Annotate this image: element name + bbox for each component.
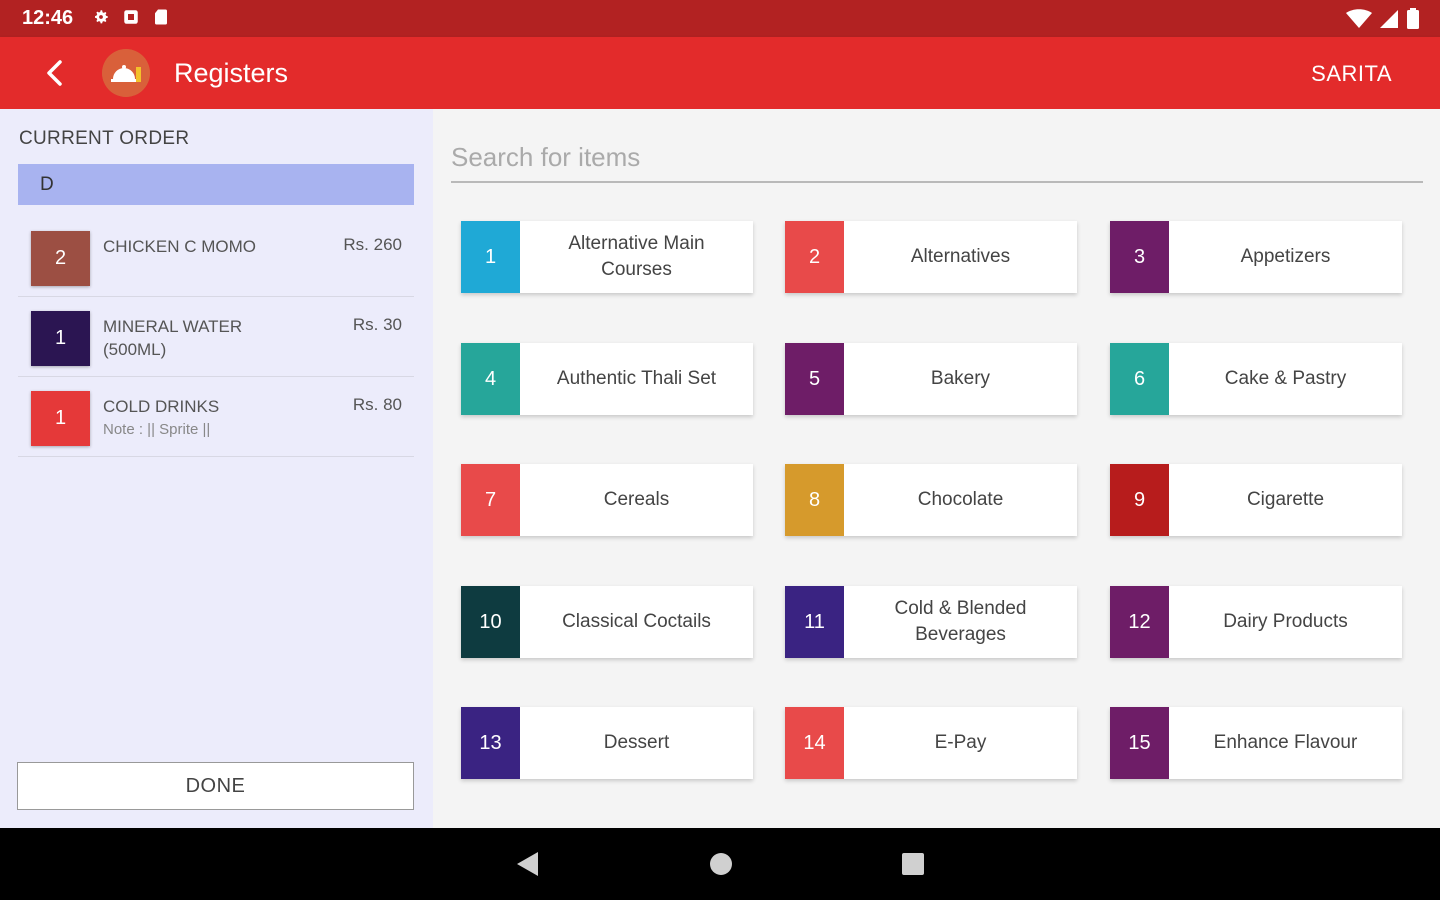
- order-item-row[interactable]: 1 COLD DRINKS Rs. 80 Note : || Sprite ||: [18, 377, 414, 457]
- category-card[interactable]: 5 Bakery: [785, 343, 1077, 415]
- category-label: Classical Coctails: [562, 611, 711, 632]
- gear-icon: [95, 10, 108, 24]
- category-label: Bakery: [930, 368, 991, 389]
- category-label: E-Pay: [934, 732, 987, 753]
- battery-icon: [1407, 8, 1419, 29]
- category-card[interactable]: 15 Enhance Flavour: [1110, 707, 1402, 779]
- item-price: Rs. 260: [343, 235, 402, 254]
- category-card[interactable]: 1 Alternative Main Courses: [461, 221, 753, 293]
- item-quantity: 2: [31, 231, 90, 286]
- category-label: Appetizers: [1240, 246, 1331, 267]
- order-item-row[interactable]: 1 MINERAL WATER (500ML) Rs. 30: [18, 297, 414, 377]
- status-icons-right: [1346, 8, 1420, 30]
- category-card[interactable]: 8 Chocolate: [785, 464, 1077, 536]
- category-label: Cigarette: [1246, 489, 1325, 510]
- wifi-icon: [1346, 9, 1372, 28]
- category-card[interactable]: 10 Classical Coctails: [461, 586, 753, 658]
- category-label: Dessert: [603, 732, 670, 753]
- category-label: Cold & Blended Beverages: [894, 598, 1027, 645]
- status-time: 12:46: [22, 7, 74, 29]
- item-name: MINERAL WATER (500ML): [103, 317, 243, 359]
- category-number: 9: [1110, 464, 1169, 536]
- current-order-panel: CURRENT ORDER D 2 CHICKEN C MOMO Rs. 260 1 M…: [0, 109, 433, 828]
- order-list: 2 CHICKEN C MOMO Rs. 260 1 MINERAL WATER (50…: [18, 217, 414, 457]
- category-label: Chocolate: [917, 489, 1004, 510]
- category-number: 11: [785, 586, 844, 658]
- notification-icon: [124, 10, 138, 24]
- category-card[interactable]: 6 Cake & Pastry: [1110, 343, 1402, 415]
- home-circle-icon[interactable]: [707, 850, 735, 878]
- item-name: CHICKEN C MOMO: [103, 237, 256, 256]
- signal-icon: [1380, 10, 1398, 28]
- category-card[interactable]: 4 Authentic Thali Set: [461, 343, 753, 415]
- category-number: 6: [1110, 343, 1169, 415]
- current-order-title: CURRENT ORDER: [19, 128, 190, 149]
- item-quantity: 1: [31, 311, 90, 366]
- category-number: 14: [785, 707, 844, 779]
- category-number: 12: [1110, 586, 1169, 658]
- category-card[interactable]: 9 Cigarette: [1110, 464, 1402, 536]
- recents-square-icon[interactable]: [899, 850, 927, 878]
- item-note: Note : || Sprite ||: [103, 421, 211, 438]
- order-item-row[interactable]: 2 CHICKEN C MOMO Rs. 260: [18, 217, 414, 297]
- category-number: 10: [461, 586, 520, 658]
- system-nav-bar: [0, 828, 1440, 900]
- order-id-field[interactable]: D: [18, 164, 414, 205]
- category-number: 4: [461, 343, 520, 415]
- user-button[interactable]: SARITA: [1311, 61, 1392, 87]
- category-number: 2: [785, 221, 844, 293]
- category-label: Cereals: [603, 489, 670, 510]
- category-label: Authentic Thali Set: [556, 368, 717, 389]
- back-triangle-icon[interactable]: [514, 850, 542, 878]
- category-card[interactable]: 14 E-Pay: [785, 707, 1077, 779]
- category-label: Alternative Main Courses: [568, 233, 705, 280]
- category-grid: 1 Alternative Main Courses 2 Alternatives 3 A…: [433, 109, 1440, 828]
- back-button[interactable]: [34, 53, 74, 93]
- category-number: 5: [785, 343, 844, 415]
- category-number: 3: [1110, 221, 1169, 293]
- category-card[interactable]: 11 Cold & Blended Beverages: [785, 586, 1077, 658]
- done-button[interactable]: DONE: [17, 762, 414, 810]
- category-panel: 1 Alternative Main Courses 2 Alternatives 3 A…: [433, 109, 1440, 828]
- item-price: Rs. 30: [352, 315, 402, 334]
- category-card[interactable]: 13 Dessert: [461, 707, 753, 779]
- item-name: COLD DRINKS: [103, 397, 220, 416]
- category-number: 8: [785, 464, 844, 536]
- category-number: 7: [461, 464, 520, 536]
- app-logo: [102, 49, 150, 97]
- category-card[interactable]: 7 Cereals: [461, 464, 753, 536]
- item-quantity: 1: [31, 391, 90, 446]
- category-label: Dairy Products: [1223, 611, 1348, 632]
- category-number: 13: [461, 707, 520, 779]
- category-label: Cake & Pastry: [1224, 368, 1347, 389]
- category-card[interactable]: 12 Dairy Products: [1110, 586, 1402, 658]
- category-label: Alternatives: [910, 246, 1011, 267]
- status-bar: 12:46: [0, 0, 1440, 37]
- status-icons-left: [92, 8, 170, 26]
- category-card[interactable]: 3 Appetizers: [1110, 221, 1402, 293]
- category-number: 15: [1110, 707, 1169, 779]
- page-title: Registers: [174, 58, 289, 88]
- category-card[interactable]: 2 Alternatives: [785, 221, 1077, 293]
- app-bar: Registers SARITA: [0, 37, 1440, 109]
- sd-card-icon: [155, 9, 167, 25]
- category-number: 1: [461, 221, 520, 293]
- cloche-icon: [102, 49, 150, 97]
- back-arrow-icon: [47, 60, 62, 86]
- category-label: Enhance Flavour: [1213, 732, 1358, 753]
- item-price: Rs. 80: [352, 395, 402, 414]
